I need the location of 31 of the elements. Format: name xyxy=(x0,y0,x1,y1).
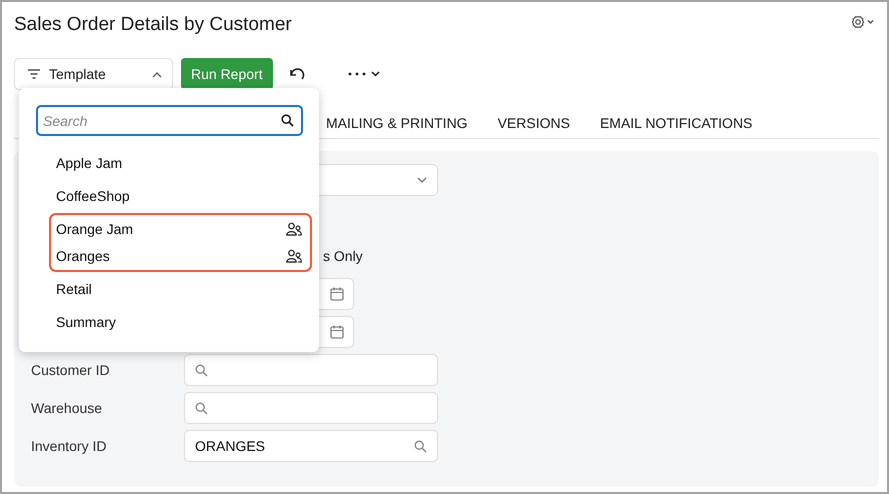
template-item[interactable]: Apple Jam xyxy=(36,146,312,180)
chevron-up-icon xyxy=(152,70,162,78)
run-report-button[interactable]: Run Report xyxy=(181,58,273,90)
lookup-field[interactable]: ORANGES xyxy=(184,430,438,462)
settings-button[interactable] xyxy=(851,15,875,29)
template-item[interactable]: Oranges xyxy=(51,242,310,270)
field-label: Inventory ID xyxy=(31,438,106,454)
undo-icon xyxy=(288,67,307,81)
calendar-icon xyxy=(330,325,344,339)
template-item[interactable]: CoffeeShop xyxy=(36,180,312,213)
search-icon xyxy=(414,440,427,452)
chevron-down-icon xyxy=(417,176,427,184)
template-item[interactable]: Summary xyxy=(36,306,312,339)
field-label: Warehouse xyxy=(31,400,102,416)
template-item[interactable]: Retail xyxy=(36,272,312,306)
checkbox-label: s Only xyxy=(323,248,363,264)
lookup-field[interactable] xyxy=(184,392,438,424)
search-icon xyxy=(195,364,208,376)
lookup-field[interactable] xyxy=(184,354,438,386)
tab[interactable]: VERSIONS xyxy=(484,108,586,136)
template-button[interactable]: Template xyxy=(14,58,173,90)
search-icon xyxy=(195,402,208,414)
template-item[interactable]: Orange Jam xyxy=(51,215,310,242)
tab[interactable]: EMAIL NOTIFICATIONS xyxy=(586,108,768,136)
page-title: Sales Order Details by Customer xyxy=(14,14,292,36)
search-field[interactable]: Search xyxy=(36,105,303,136)
calendar-icon xyxy=(330,287,344,301)
field-label: Customer ID xyxy=(31,362,110,378)
search-icon xyxy=(281,114,294,127)
filter-icon xyxy=(27,68,41,80)
tab[interactable]: MAILING & PRINTING xyxy=(312,108,484,136)
